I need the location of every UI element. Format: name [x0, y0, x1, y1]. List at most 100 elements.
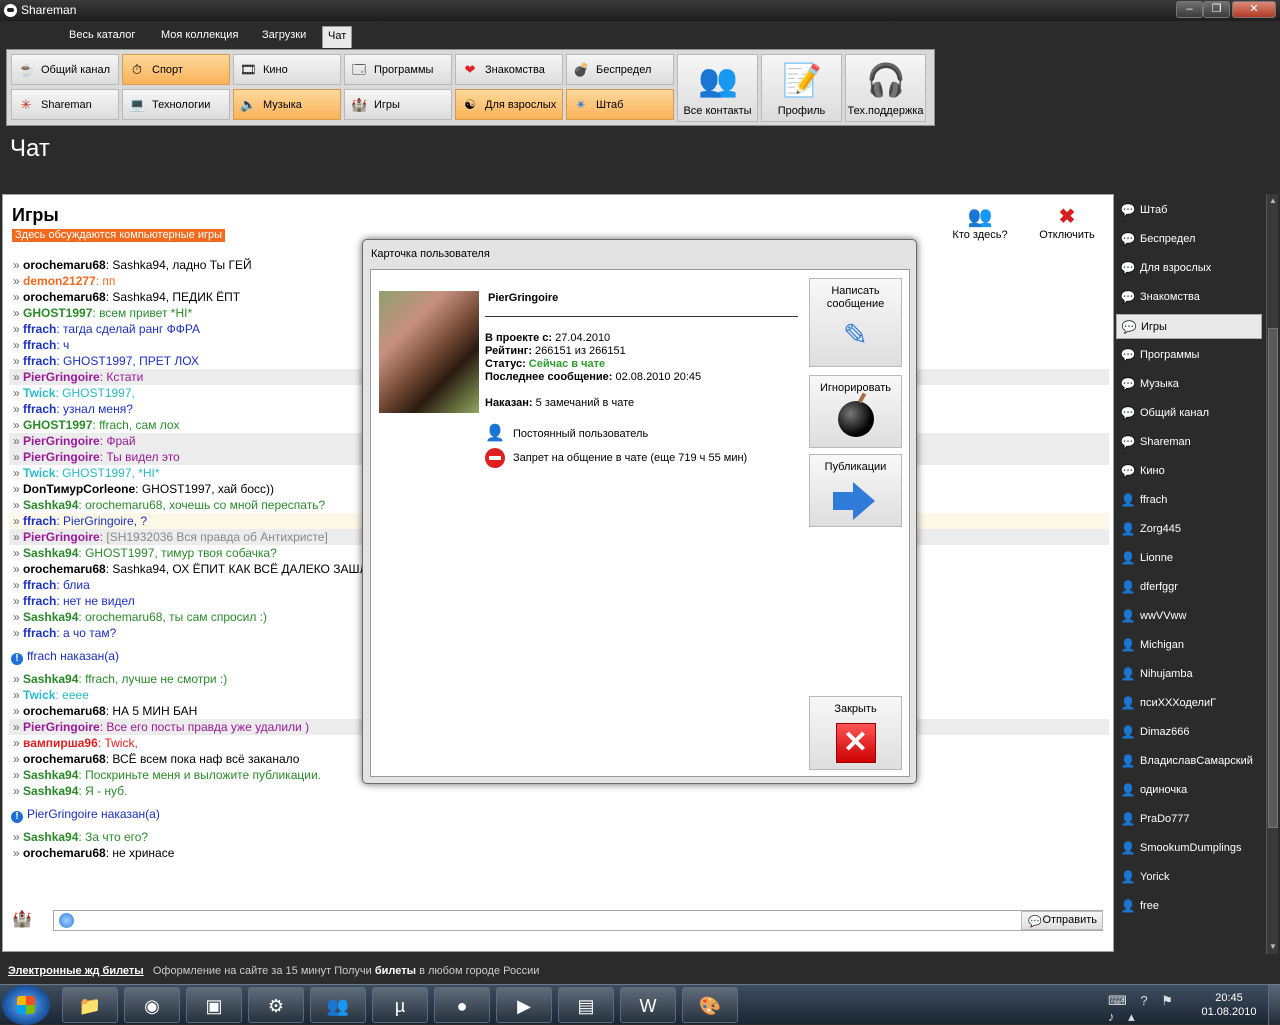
message-nick[interactable]: Twick — [23, 466, 55, 480]
sidebar-user[interactable]: 👤 Michigan — [1116, 633, 1262, 658]
channel-staff-button[interactable]: ✴ Штаб — [566, 89, 674, 120]
chrome-icon[interactable]: ◉ — [124, 987, 180, 1023]
message-nick[interactable]: DonТимурCorleone — [23, 482, 135, 496]
sidebar-room[interactable]: 💬 Беспредел — [1116, 227, 1262, 252]
message-nick[interactable]: Sashka94 — [23, 830, 78, 844]
explorer-icon[interactable]: 📁 — [62, 987, 118, 1023]
sidebar-user[interactable]: 👤 PraDo777 — [1116, 807, 1262, 832]
minimize-button[interactable]: – — [1176, 1, 1203, 18]
sidebar-user[interactable]: 👤 псиХХХоделиГ — [1116, 691, 1262, 716]
message-nick[interactable]: ffrach — [23, 322, 56, 336]
media-player-icon[interactable]: ▶ — [496, 987, 552, 1023]
message-nick[interactable]: Twick — [23, 688, 55, 702]
paint-icon[interactable]: 🎨 — [682, 987, 738, 1023]
sidebar-user[interactable]: 👤 SmookumDumplings — [1116, 836, 1262, 861]
sidebar-user[interactable]: 👤 Lionne — [1116, 546, 1262, 571]
channel-shareman-button[interactable]: ✳ Shareman — [11, 89, 119, 120]
sidebar-scrollbar[interactable]: ▲ ▼ — [1266, 194, 1278, 954]
channel-games-button[interactable]: 🏰 Игры — [344, 89, 452, 120]
sidebar-user[interactable]: 👤 Nihujamba — [1116, 662, 1262, 687]
maximize-button[interactable]: ❐ — [1203, 1, 1230, 18]
message-nick[interactable]: Sashka94 — [23, 784, 78, 798]
channel-chaos-button[interactable]: 💣 Беспредел — [566, 54, 674, 85]
channel-general-button[interactable]: ☕ Общий канал — [11, 54, 119, 85]
sidebar-user[interactable]: 👤 dferfggr — [1116, 575, 1262, 600]
write-message-button[interactable]: Написать сообщение ✎ — [809, 278, 902, 367]
send-button[interactable]: 💬 Отправить — [1021, 911, 1103, 930]
support-button[interactable]: 🎧 Тех.поддержка — [845, 54, 926, 122]
scroll-down-arrow-icon[interactable]: ▼ — [1267, 940, 1279, 954]
tab-collection[interactable]: Моя коллекция — [161, 29, 238, 41]
sidebar-room[interactable]: 💬 Общий канал — [1116, 401, 1262, 426]
message-nick[interactable]: orochemaru68 — [23, 562, 106, 576]
message-nick[interactable]: Sashka94 — [23, 610, 78, 624]
message-nick[interactable]: GHOST1997 — [23, 418, 92, 432]
scroll-up-arrow-icon[interactable]: ▲ — [1267, 194, 1279, 208]
message-nick[interactable]: orochemaru68 — [23, 290, 106, 304]
winrar-icon[interactable]: ▤ — [558, 987, 614, 1023]
close-window-button[interactable]: ✕ — [1232, 1, 1276, 18]
smiley-icon[interactable] — [59, 913, 74, 928]
all-contacts-button[interactable]: 👥 Все контакты — [677, 54, 758, 122]
show-desktop-button[interactable] — [1268, 985, 1280, 1025]
ignore-button[interactable]: Игнорировать — [809, 375, 902, 448]
message-nick[interactable]: PierGringoire — [23, 370, 100, 384]
sidebar-user[interactable]: 👤 Dimaz666 — [1116, 720, 1262, 745]
message-nick[interactable]: PierGringoire — [23, 434, 100, 448]
message-nick[interactable]: ffrach — [23, 626, 56, 640]
message-nick[interactable]: ffrach — [23, 338, 56, 352]
publications-button[interactable]: Публикации — [809, 454, 902, 527]
message-nick[interactable]: Twick — [23, 386, 55, 400]
channel-tech-button[interactable]: 💻 Технологии — [122, 89, 230, 120]
channel-adult-button[interactable]: ☯ Для взрослых — [455, 89, 563, 120]
channel-dating-button[interactable]: ❤ Знакомства — [455, 54, 563, 85]
sidebar-user[interactable]: 👤 wwVVww — [1116, 604, 1262, 629]
message-nick[interactable]: demon21277 — [23, 274, 96, 288]
message-nick[interactable]: Sashka94 — [23, 498, 78, 512]
sidebar-user[interactable]: 👤 одиночка — [1116, 778, 1262, 803]
disconnect-button[interactable]: ✖ Отключить — [1033, 205, 1101, 241]
message-nick[interactable]: ffrach — [23, 402, 56, 416]
sidebar-user[interactable]: 👤 free — [1116, 894, 1262, 919]
message-nick[interactable]: PierGringoire — [23, 450, 100, 464]
shareman-icon[interactable]: ● — [434, 987, 490, 1023]
tool-icon[interactable]: ⚙ — [248, 987, 304, 1023]
channel-cinema-button[interactable]: 🎞 Кино — [233, 54, 341, 85]
message-nick[interactable]: Sashka94 — [23, 546, 78, 560]
message-nick[interactable]: ffrach — [23, 514, 56, 528]
sidebar-user[interactable]: 👤 Yorick — [1116, 865, 1262, 890]
message-nick[interactable]: orochemaru68 — [23, 704, 106, 718]
sidebar-room[interactable]: 💬 Знакомства — [1116, 285, 1262, 310]
sidebar-room[interactable]: 💬 Программы — [1116, 343, 1262, 368]
messenger-icon[interactable]: 👥 — [310, 987, 366, 1023]
system-tray[interactable]: ⌨ ? ⚑ ♪ ▴ — [1108, 993, 1178, 1024]
message-nick[interactable]: PierGringoire — [23, 720, 100, 734]
sidebar-user[interactable]: 👤 Zorg445 — [1116, 517, 1262, 542]
message-nick[interactable]: ffrach — [23, 594, 56, 608]
castle-icon[interactable]: 🏰 — [9, 909, 35, 931]
start-button[interactable] — [2, 985, 50, 1025]
message-nick[interactable]: GHOST1997 — [23, 306, 92, 320]
message-nick[interactable]: orochemaru68 — [23, 846, 106, 860]
sidebar-room[interactable]: 💬 Кино — [1116, 459, 1262, 484]
tab-downloads[interactable]: Загрузки — [262, 29, 306, 41]
tab-catalog[interactable]: Весь каталог — [69, 29, 135, 41]
message-input[interactable] — [53, 910, 1103, 931]
sidebar-room[interactable]: 💬 Игры — [1116, 314, 1262, 339]
message-nick[interactable]: orochemaru68 — [23, 258, 106, 272]
tab-chat[interactable]: Чат — [322, 26, 353, 48]
sidebar-room[interactable]: 💬 Музыка — [1116, 372, 1262, 397]
clock[interactable]: 20:45 01.08.2010 — [1196, 991, 1262, 1019]
sidebar-room[interactable]: 💬 Shareman — [1116, 430, 1262, 455]
sidebar-user[interactable]: 👤 ВладиславСамарский — [1116, 749, 1262, 774]
warcraft-icon[interactable]: W — [620, 987, 676, 1023]
who-is-here-button[interactable]: 👥 Кто здесь? — [945, 205, 1015, 241]
utorrent-icon[interactable]: µ — [372, 987, 428, 1023]
sidebar-room[interactable]: 💬 Штаб — [1116, 198, 1262, 223]
message-nick[interactable]: PierGringoire — [23, 530, 100, 544]
sidebar-room[interactable]: 💬 Для взрослых — [1116, 256, 1262, 281]
sidebar-user[interactable]: 👤 ffrach — [1116, 488, 1262, 513]
message-nick[interactable]: ffrach — [23, 578, 56, 592]
scrollbar-thumb[interactable] — [1268, 328, 1278, 828]
message-nick[interactable]: orochemaru68 — [23, 752, 106, 766]
